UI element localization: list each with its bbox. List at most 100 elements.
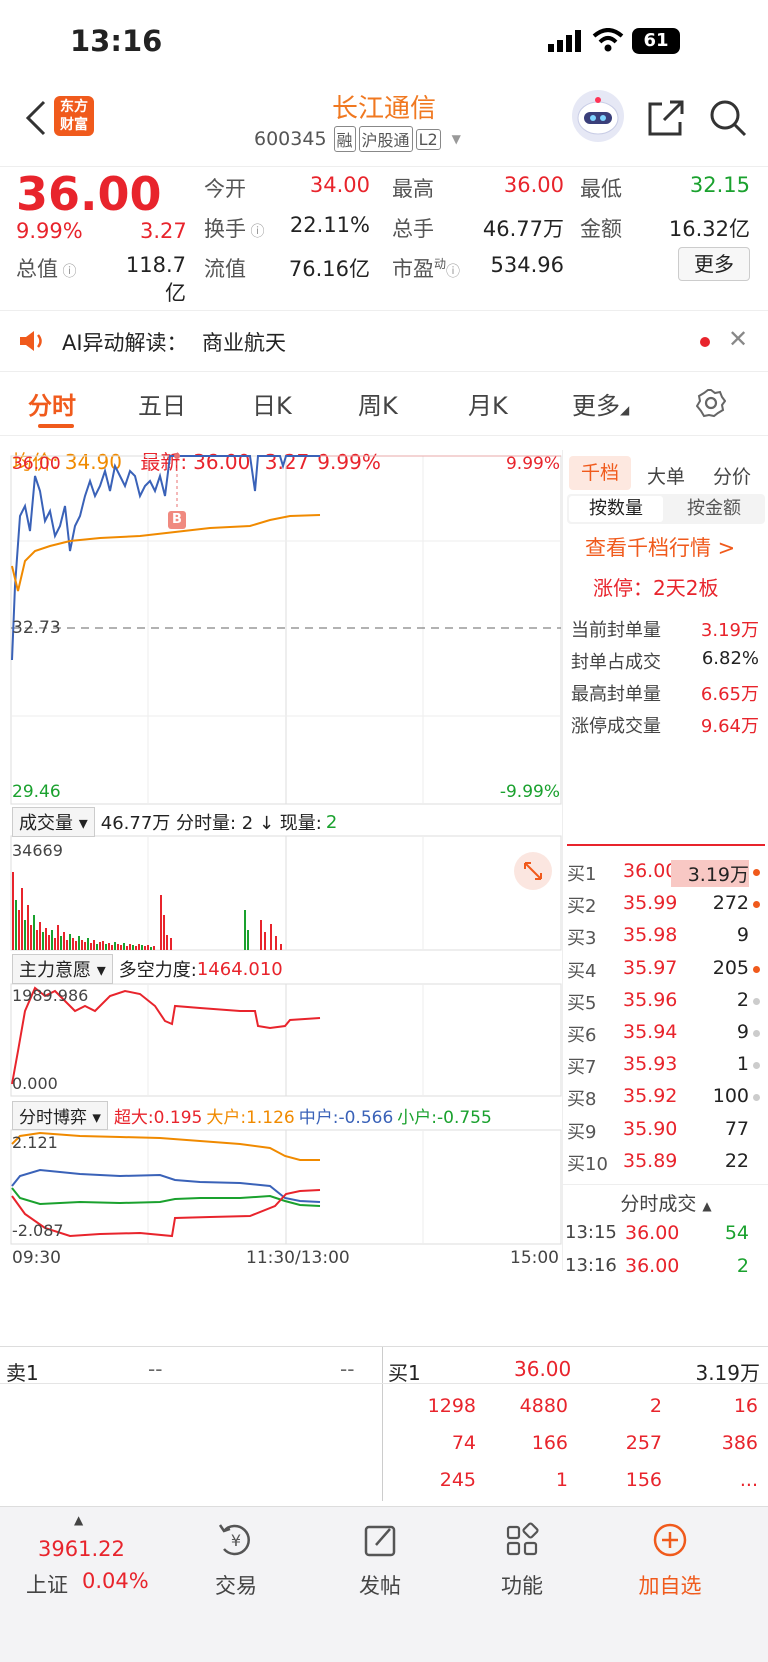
bid-level-volume: 9	[736, 924, 749, 947]
tab-more[interactable]: 更多◢	[572, 386, 629, 421]
bid-level-price[interactable]: 35.89	[623, 1150, 677, 1172]
game-max-label: 2.121	[12, 1133, 58, 1152]
buy-marker[interactable]: B	[168, 511, 186, 529]
volume-bar	[21, 888, 23, 950]
tab-big-orders[interactable]: 大单	[647, 462, 685, 489]
volume-header: 成交量 ▾ 46.77万 分时量: 2 ↓ 现量: 2	[12, 807, 337, 837]
queue-volume: 74	[451, 1432, 476, 1454]
main-force-label: 多空力度:	[118, 960, 197, 981]
bid-level-price[interactable]: 36.00	[623, 860, 677, 882]
trades-header[interactable]: 分时成交 ▲	[563, 1184, 768, 1216]
more-button[interactable]: 更多	[678, 247, 750, 281]
main-force-selector[interactable]: 主力意愿 ▾	[12, 954, 113, 984]
index-name[interactable]: 上证	[26, 1569, 68, 1599]
svg-text:¥: ¥	[231, 1531, 241, 1550]
trade-time: 13:16	[565, 1255, 617, 1276]
order-dot-icon	[753, 965, 760, 973]
search-icon[interactable]	[708, 98, 748, 138]
tab-five-day[interactable]: 五日	[138, 386, 186, 421]
bid-level-price[interactable]: 35.92	[623, 1085, 677, 1107]
tab-intraday[interactable]: 分时	[28, 386, 76, 421]
volume-bar	[57, 925, 59, 950]
volume-bar	[60, 936, 62, 950]
bid-level-price[interactable]: 35.94	[623, 1021, 677, 1043]
tab-weekly-k[interactable]: 周K	[358, 386, 398, 421]
info-icon: ⓘ	[446, 264, 461, 280]
bid-level-volume: 2	[736, 988, 749, 1011]
tab-depth[interactable]: 千档	[569, 456, 631, 490]
main-min-label: 0.000	[12, 1074, 58, 1093]
bid-level-price[interactable]: 35.97	[623, 957, 677, 979]
index-pct[interactable]: 0.04%	[82, 1569, 149, 1593]
active-tab-indicator	[38, 424, 74, 428]
grid-icon	[506, 1522, 539, 1556]
volume-bar	[51, 930, 53, 950]
index-value[interactable]: 3961.22	[38, 1537, 125, 1561]
tab-monthly-k[interactable]: 月K	[468, 386, 508, 421]
tab-daily-k[interactable]: 日K	[252, 386, 292, 421]
share-icon[interactable]	[646, 98, 686, 138]
depth-link[interactable]: 查看千档行情 >	[585, 532, 735, 562]
large-value: 大户:1.126	[206, 1108, 295, 1128]
close-icon[interactable]: ✕	[728, 325, 748, 353]
volume-bar	[96, 944, 98, 950]
settings-icon[interactable]	[695, 388, 727, 418]
limit-row-label: 最高封单量	[571, 684, 661, 705]
volume-bar	[39, 922, 41, 950]
change-pct: 9.99%	[16, 219, 83, 243]
add-watchlist-button[interactable]: 加自选	[620, 1521, 720, 1600]
main-max-label: 1989.986	[12, 986, 89, 1005]
battery-icon: 61	[632, 28, 680, 54]
volume-bar	[69, 934, 71, 950]
trade-volume: 2	[736, 1255, 749, 1277]
volume-bar	[117, 944, 119, 950]
subtab-amount[interactable]: 按金额	[667, 496, 761, 522]
volume-now: 2	[325, 811, 338, 833]
speaker-icon	[18, 329, 46, 353]
game-selector[interactable]: 分时博弈 ▾	[12, 1101, 108, 1130]
game-min-label: -2.087	[12, 1221, 64, 1240]
volume-bar	[15, 900, 17, 950]
post-button[interactable]: 发帖	[344, 1521, 416, 1600]
volume-bar	[63, 932, 65, 950]
bid-level-price[interactable]: 35.98	[623, 924, 677, 946]
limit-row-value: 3.19万	[700, 620, 759, 641]
ai-insight-bar[interactable]: AI异动解读： 商业航天 ✕	[0, 310, 768, 372]
bid-level-label: 买8	[567, 1089, 597, 1111]
quote-panel: 36.00 9.99% 3.27 总值 ⓘ 118.7亿 今开 34.00 换手…	[0, 166, 768, 310]
volume-bar	[160, 895, 162, 950]
expand-icon[interactable]	[514, 852, 552, 890]
bid1-volume: 3.19万	[695, 1361, 760, 1385]
tab-price-dist[interactable]: 分价	[713, 462, 751, 489]
volume-selector[interactable]: 成交量 ▾	[12, 807, 95, 837]
volume-bar	[150, 947, 152, 950]
bid-level-price[interactable]: 35.96	[623, 989, 677, 1011]
app-header: 东方 财富 长江通信 600345 融 沪股通 L2 ▼	[0, 86, 768, 166]
order-dot-icon	[753, 1062, 760, 1070]
volume-bar	[72, 938, 74, 950]
chart-area: 均价: 34.90 最新: 36.00 3.27 9.99% 36.00 9.9…	[0, 436, 768, 1346]
volume-bar	[275, 936, 277, 950]
limit-row-label: 涨停成交量	[571, 716, 661, 737]
volume-bar	[170, 938, 172, 950]
subtab-quantity[interactable]: 按数量	[569, 496, 663, 522]
robot-avatar-icon[interactable]	[572, 90, 624, 142]
intraday-chart-svg[interactable]	[0, 436, 566, 1346]
caret-down-icon[interactable]: ▼	[452, 132, 461, 146]
queue-volume: 245	[439, 1469, 476, 1491]
ob-row-divider	[0, 1383, 768, 1384]
function-button[interactable]: 功能	[486, 1521, 558, 1600]
bid-level-price[interactable]: 35.93	[623, 1053, 677, 1075]
volume-bar	[99, 942, 101, 950]
ask1-price: --	[148, 1357, 163, 1381]
trade-price: 36.00	[625, 1222, 680, 1244]
time-start: 09:30	[12, 1248, 61, 1268]
bid-divider	[567, 844, 765, 846]
bid-level-price[interactable]: 35.90	[623, 1118, 677, 1140]
volume-bar	[105, 944, 107, 950]
volume-bar	[75, 941, 77, 950]
bid-level-price[interactable]: 35.99	[623, 892, 677, 914]
bid-level-label: 买3	[567, 928, 597, 950]
mktcap-value: 118.7亿	[125, 253, 186, 305]
trade-button[interactable]: ¥ 交易	[200, 1521, 272, 1600]
